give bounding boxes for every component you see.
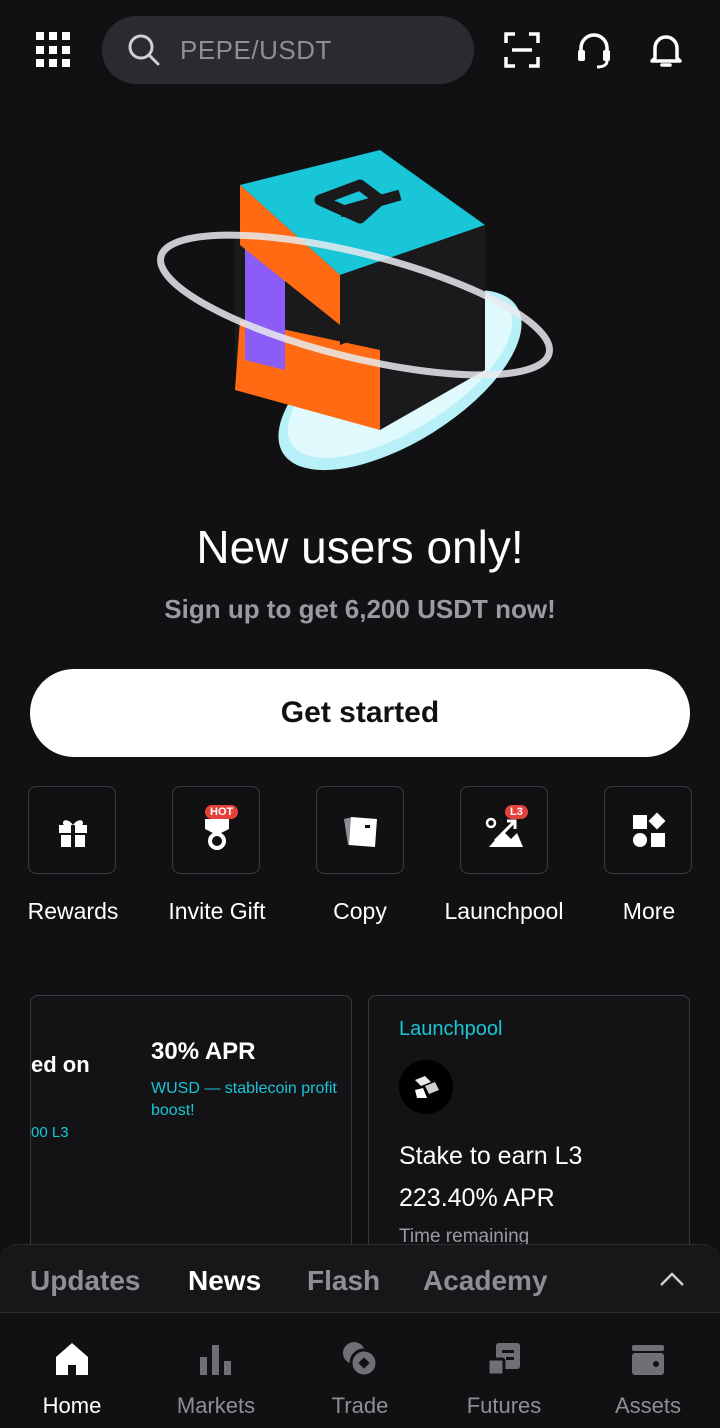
nav-trade[interactable]: Trade	[288, 1313, 432, 1428]
top-bar: PEPE/USDT	[0, 0, 720, 100]
more-label: More	[622, 898, 676, 924]
invite-gift-button[interactable]: HOT	[172, 786, 260, 874]
rewards-button[interactable]	[28, 786, 116, 874]
nav-futures[interactable]: Futures	[432, 1313, 576, 1428]
card-partial-sub: 00 L3	[31, 1124, 69, 1141]
token-logo	[399, 1060, 453, 1114]
nav-home-label: Home	[42, 1393, 102, 1418]
cube-logo-icon	[415, 1076, 439, 1098]
apps-grid-icon[interactable]	[36, 32, 72, 68]
card-title: Stake to earn L3	[399, 1142, 583, 1170]
card-description: WUSD — stablecoin profit boost!	[151, 1080, 337, 1119]
more-button[interactable]	[604, 786, 692, 874]
search-bar[interactable]: PEPE/USDT	[102, 16, 474, 84]
card-apr: 30% APR	[151, 1038, 256, 1065]
tab-updates[interactable]: Updates	[30, 1265, 140, 1297]
grid-shapes-icon	[633, 812, 666, 847]
card-partial-title: ed on	[31, 1052, 90, 1077]
nav-markets-label: Markets	[176, 1393, 256, 1418]
hot-badge: HOT	[205, 805, 239, 819]
chevron-up-icon[interactable]	[658, 1269, 686, 1289]
launchpool-button[interactable]: L3	[460, 786, 548, 874]
card-apr: 223.40% APR	[399, 1184, 555, 1212]
nav-home[interactable]: Home	[0, 1313, 144, 1428]
hero-title: New users only!	[196, 521, 524, 573]
tab-flash[interactable]: Flash	[307, 1265, 380, 1297]
card-tag: Launchpool	[399, 1018, 503, 1040]
promo-card-wusd[interactable]: ed on 00 L3 30% APR WUSD — stablecoin pr…	[30, 995, 352, 1255]
promo-card-launchpool[interactable]: Launchpool Stake to earn L3 223.40% APR …	[368, 995, 690, 1255]
nav-assets[interactable]: Assets	[576, 1313, 720, 1428]
bell-icon[interactable]	[646, 30, 686, 70]
nav-markets[interactable]: Markets	[144, 1313, 288, 1428]
gift-icon	[59, 820, 87, 847]
wallet-icon	[632, 1345, 664, 1375]
search-placeholder: PEPE/USDT	[180, 34, 332, 65]
bar-chart-icon	[200, 1345, 231, 1375]
tab-news[interactable]: News	[188, 1265, 261, 1297]
nav-trade-label: Trade	[331, 1393, 389, 1418]
tab-academy[interactable]: Academy	[423, 1265, 548, 1297]
hero-illustration	[157, 150, 553, 471]
home-icon	[56, 1343, 88, 1375]
trade-icon	[343, 1342, 379, 1378]
l3-badge: L3	[505, 805, 528, 819]
bottom-nav: Home Markets Trade Futures Assets	[0, 1312, 720, 1428]
futures-icon	[486, 1343, 520, 1377]
copy-button[interactable]	[316, 786, 404, 874]
support-headset-icon[interactable]	[574, 30, 614, 70]
scan-icon[interactable]	[502, 30, 542, 70]
search-icon	[128, 34, 160, 66]
nav-futures-label: Futures	[466, 1393, 542, 1418]
news-tab-bar: Updates News Flash Academy	[0, 1244, 720, 1314]
get-started-button[interactable]: Get started	[30, 669, 690, 757]
hero-subtitle: Sign up to get 6,200 USDT now!	[164, 594, 556, 624]
nav-assets-label: Assets	[614, 1393, 682, 1418]
copy-cards-icon	[344, 817, 377, 847]
